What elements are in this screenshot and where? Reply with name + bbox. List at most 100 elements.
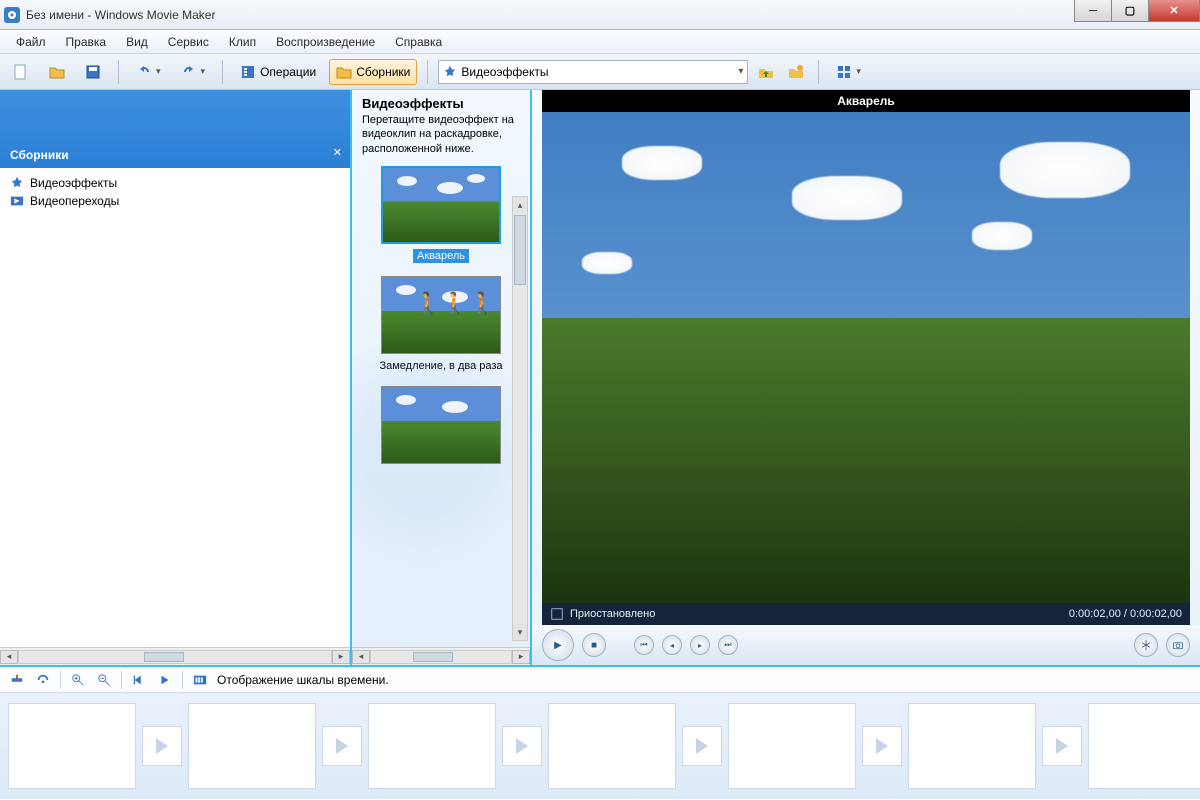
effect-label: Замедление, в два раза (379, 360, 502, 372)
effect-thumbnail (381, 166, 501, 244)
main-content: Сборники ✕ Видеоэффекты Видеопереходы ◂ … (0, 90, 1200, 667)
sidebar-close-icon[interactable]: ✕ (333, 146, 342, 159)
zoom-out-icon[interactable] (95, 671, 113, 689)
star-icon (10, 176, 24, 190)
tree-item-label: Видеоэффекты (30, 176, 117, 190)
menu-edit[interactable]: Правка (56, 35, 117, 49)
chevron-down-icon: ▾ (738, 66, 743, 77)
effects-list: Акварель 🚶🚶🚶 Замедление, в два раза (352, 162, 530, 647)
show-timeline-icon[interactable] (191, 671, 209, 689)
effects-hscroll[interactable]: ◂ ▸ (352, 647, 530, 665)
prev-clip-button[interactable]: ⏮ (634, 635, 654, 655)
main-toolbar: ▾ ▾ Операции Сборники Видеоэффекты ▾ ▾ (0, 54, 1200, 90)
audio-levels-icon[interactable] (34, 671, 52, 689)
preview-clip-title: Акварель (542, 90, 1190, 112)
menu-help[interactable]: Справка (385, 35, 452, 49)
scroll-thumb[interactable] (413, 652, 453, 662)
minimize-button[interactable]: ─ (1074, 0, 1112, 22)
folder-new-button[interactable] (784, 59, 808, 85)
scroll-down-icon[interactable]: ▾ (513, 624, 527, 640)
clip-slot[interactable] (548, 703, 676, 789)
effect-item-watercolor[interactable]: Акварель (360, 166, 522, 262)
step-back-button[interactable]: ◂ (662, 635, 682, 655)
effect-label: Акварель (413, 249, 469, 263)
scroll-thumb[interactable] (144, 652, 184, 662)
collections-tree: Видеоэффекты Видеопереходы (0, 168, 350, 216)
effects-heading: Видеоэффекты (352, 90, 530, 113)
preview-status: Приостановлено (570, 608, 655, 620)
timeline-marker-icon[interactable] (8, 671, 26, 689)
clip-slot[interactable] (8, 703, 136, 789)
new-button[interactable] (6, 59, 36, 85)
timeline-label: Отображение шкалы времени. (217, 673, 389, 687)
transition-slot[interactable] (682, 726, 722, 766)
effects-vscroll[interactable]: ▴ ▾ (512, 196, 528, 641)
clip-slot[interactable] (188, 703, 316, 789)
undo-button[interactable]: ▾ (129, 59, 168, 85)
play-button[interactable]: ▶ (542, 629, 574, 661)
split-button[interactable] (1134, 633, 1158, 657)
menu-tools[interactable]: Сервис (158, 35, 219, 49)
step-fwd-button[interactable]: ▸ (690, 635, 710, 655)
preview-time: 0:00:02,00 / 0:00:02,00 (1069, 608, 1182, 620)
menu-play[interactable]: Воспроизведение (266, 35, 385, 49)
window-title: Без имени - Windows Movie Maker (26, 8, 215, 22)
effect-item-slowdown[interactable]: 🚶🚶🚶 Замедление, в два раза (360, 276, 522, 372)
close-button[interactable]: ✕ (1148, 0, 1200, 22)
save-button[interactable] (78, 59, 108, 85)
scroll-left-icon[interactable]: ◂ (352, 650, 370, 664)
folder-up-button[interactable] (754, 59, 778, 85)
preview-video (542, 112, 1190, 603)
maximize-button[interactable]: ▢ (1111, 0, 1149, 22)
operations-button[interactable]: Операции (233, 59, 323, 85)
stop-button[interactable]: ■ (582, 633, 606, 657)
effect-item[interactable] (360, 386, 522, 464)
sidebar-title: Сборники (10, 148, 69, 162)
clip-slot[interactable] (368, 703, 496, 789)
effect-thumbnail (381, 386, 501, 464)
transition-slot[interactable] (1042, 726, 1082, 766)
scroll-up-icon[interactable]: ▴ (513, 197, 527, 213)
title-bar: Без имени - Windows Movie Maker ─ ▢ ✕ (0, 0, 1200, 30)
next-clip-button[interactable]: ⏭ (718, 635, 738, 655)
menu-view[interactable]: Вид (116, 35, 158, 49)
scroll-right-icon[interactable]: ▸ (512, 650, 530, 664)
transition-slot[interactable] (142, 726, 182, 766)
transition-slot[interactable] (862, 726, 902, 766)
scroll-left-icon[interactable]: ◂ (0, 650, 18, 664)
view-options-button[interactable]: ▾ (829, 59, 868, 85)
effects-dropdown[interactable]: Видеоэффекты ▾ (438, 60, 748, 84)
effect-thumbnail: 🚶🚶🚶 (381, 276, 501, 354)
redo-button[interactable]: ▾ (174, 59, 213, 85)
tree-item-video-effects[interactable]: Видеоэффекты (10, 174, 340, 192)
scroll-right-icon[interactable]: ▸ (332, 650, 350, 664)
transition-slot[interactable] (502, 726, 542, 766)
fullscreen-icon[interactable] (550, 607, 564, 621)
zoom-in-icon[interactable] (69, 671, 87, 689)
snapshot-button[interactable] (1166, 633, 1190, 657)
play-timeline-icon[interactable] (156, 671, 174, 689)
collections-label: Сборники (356, 65, 410, 79)
storyboard[interactable] (0, 693, 1200, 799)
menu-file[interactable]: Файл (6, 35, 56, 49)
effects-dropdown-label: Видеоэффекты (461, 65, 548, 79)
star-icon (443, 65, 457, 79)
sidebar-hscroll[interactable]: ◂ ▸ (0, 647, 350, 665)
menu-clip[interactable]: Клип (219, 35, 266, 49)
app-icon (4, 7, 20, 23)
collections-button[interactable]: Сборники (329, 59, 417, 85)
preview-panel: Акварель Приостановлено 0:00:02,00 / 0:0… (532, 90, 1200, 665)
rewind-icon[interactable] (130, 671, 148, 689)
preview-controls: ▶ ■ ⏮ ◂ ▸ ⏭ (532, 625, 1200, 665)
transition-slot[interactable] (322, 726, 362, 766)
clip-slot[interactable] (908, 703, 1036, 789)
timeline-toolbar: Отображение шкалы времени. (0, 667, 1200, 693)
clip-slot[interactable] (728, 703, 856, 789)
scroll-thumb[interactable] (514, 215, 526, 285)
tree-item-video-transitions[interactable]: Видеопереходы (10, 192, 340, 210)
preview-status-bar: Приостановлено 0:00:02,00 / 0:00:02,00 (542, 603, 1190, 625)
transition-icon (10, 194, 24, 208)
clip-slot[interactable] (1088, 703, 1200, 789)
open-button[interactable] (42, 59, 72, 85)
collections-sidebar: Сборники ✕ Видеоэффекты Видеопереходы ◂ … (0, 90, 352, 665)
